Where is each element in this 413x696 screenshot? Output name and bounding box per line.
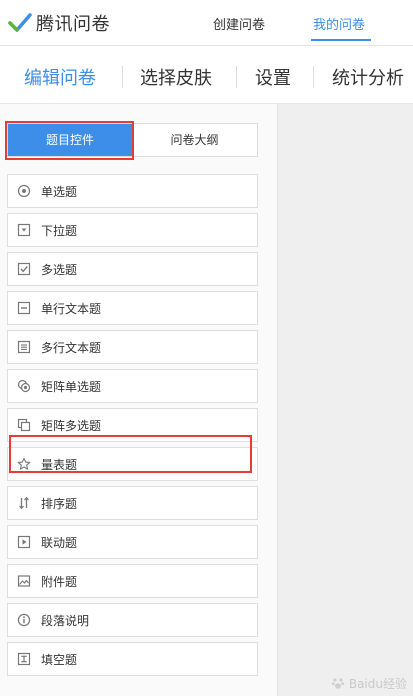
question-type-multi-line-text[interactable]: 多行文本题 bbox=[7, 330, 258, 364]
question-type-label: 矩阵多选题 bbox=[41, 418, 102, 433]
tab-edit-survey[interactable]: 编辑问卷 bbox=[24, 64, 96, 90]
tab-statistics[interactable]: 统计分析 bbox=[332, 64, 404, 90]
question-type-single-choice[interactable]: 单选题 bbox=[7, 174, 258, 208]
checkmark-logo-icon bbox=[8, 13, 32, 32]
question-type-label: 量表题 bbox=[41, 457, 78, 472]
logo[interactable]: 腾讯问卷 bbox=[8, 10, 110, 36]
tab-choose-skin[interactable]: 选择皮肤 bbox=[140, 64, 212, 90]
nav-create-survey[interactable]: 创建问卷 bbox=[213, 14, 265, 33]
watermark: Baidu经验 bbox=[331, 675, 407, 692]
radio-icon bbox=[17, 184, 31, 198]
question-type-list: 单选题 下拉题 多选题 单行文本题 多行文本题 矩阵单选题 矩阵多选题 量表题 … bbox=[7, 174, 258, 681]
sort-icon bbox=[17, 496, 31, 510]
question-type-label: 单选题 bbox=[41, 184, 78, 199]
question-type-scale[interactable]: 量表题 bbox=[7, 447, 258, 481]
question-type-label: 多行文本题 bbox=[41, 340, 102, 355]
question-type-label: 附件题 bbox=[41, 574, 78, 589]
editor-tabs: 编辑问卷 选择皮肤 设置 统计分析 bbox=[0, 47, 413, 104]
info-icon bbox=[17, 613, 31, 627]
tab-divider bbox=[313, 66, 314, 88]
question-type-label: 排序题 bbox=[41, 496, 78, 511]
matrix-checkbox-icon bbox=[17, 418, 31, 432]
question-type-dropdown[interactable]: 下拉题 bbox=[7, 213, 258, 247]
question-type-multiple-choice[interactable]: 多选题 bbox=[7, 252, 258, 286]
paw-logo-icon bbox=[331, 678, 345, 689]
matrix-radio-icon bbox=[17, 379, 31, 393]
question-type-matrix-single-choice[interactable]: 矩阵单选题 bbox=[7, 369, 258, 403]
seg-survey-outline-button[interactable]: 问卷大纲 bbox=[132, 124, 257, 156]
question-type-label: 联动题 bbox=[41, 535, 78, 550]
question-type-sort[interactable]: 排序题 bbox=[7, 486, 258, 520]
single-line-text-icon bbox=[17, 301, 31, 315]
seg-question-controls-button[interactable]: 题目控件 bbox=[8, 124, 132, 156]
survey-canvas-area: Baidu经验 bbox=[278, 104, 413, 696]
question-type-label: 下拉题 bbox=[41, 223, 78, 238]
question-type-fill-blank[interactable]: 填空题 bbox=[7, 642, 258, 676]
tab-divider bbox=[236, 66, 237, 88]
linkage-icon bbox=[17, 535, 31, 549]
question-type-paragraph[interactable]: 段落说明 bbox=[7, 603, 258, 637]
question-type-single-line-text[interactable]: 单行文本题 bbox=[7, 291, 258, 325]
dropdown-icon bbox=[17, 223, 31, 237]
panel-segmented-control: 题目控件 问卷大纲 bbox=[7, 123, 258, 157]
question-type-label: 填空题 bbox=[41, 652, 78, 667]
fill-blank-icon bbox=[17, 652, 31, 666]
top-header: 腾讯问卷 创建问卷 我的问卷 bbox=[0, 0, 413, 46]
tab-divider bbox=[122, 66, 123, 88]
multi-line-text-icon bbox=[17, 340, 31, 354]
star-icon bbox=[17, 457, 31, 471]
image-attachment-icon bbox=[17, 574, 31, 588]
tab-settings[interactable]: 设置 bbox=[255, 64, 291, 90]
question-type-label: 矩阵单选题 bbox=[41, 379, 102, 394]
nav-my-surveys[interactable]: 我的问卷 bbox=[313, 14, 365, 33]
checkbox-icon bbox=[17, 262, 31, 276]
watermark-text: Baidu经验 bbox=[348, 677, 407, 691]
logo-text: 腾讯问卷 bbox=[36, 14, 110, 35]
question-type-attachment[interactable]: 附件题 bbox=[7, 564, 258, 598]
question-controls-panel: 题目控件 问卷大纲 单选题 下拉题 多选题 单行文本题 多行文本题 矩阵单选题 … bbox=[0, 104, 278, 696]
question-type-label: 段落说明 bbox=[41, 613, 90, 628]
question-type-matrix-multiple-choice[interactable]: 矩阵多选题 bbox=[7, 408, 258, 442]
active-nav-underline bbox=[311, 39, 371, 41]
question-type-label: 多选题 bbox=[41, 262, 78, 277]
question-type-label: 单行文本题 bbox=[41, 301, 102, 316]
question-type-linkage[interactable]: 联动题 bbox=[7, 525, 258, 559]
